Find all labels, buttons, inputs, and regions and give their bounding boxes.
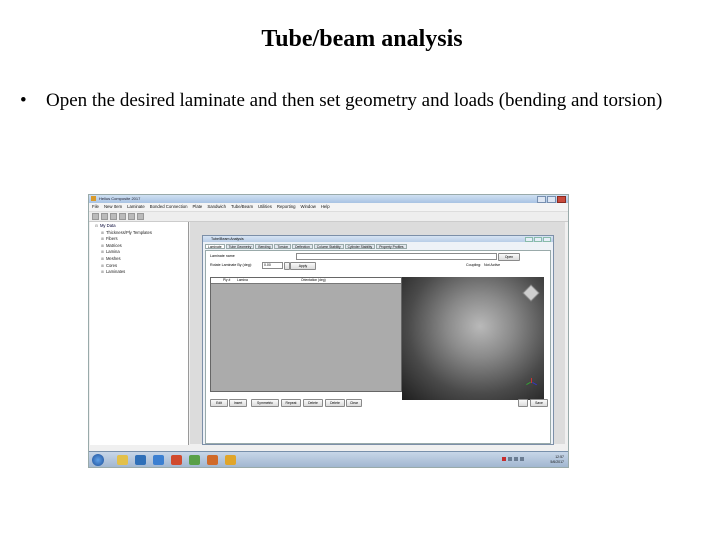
tab-tube-geometry[interactable]: Tube Geometry [225, 244, 255, 249]
tree-item-lamina[interactable]: Lamina [90, 249, 188, 256]
ply-table: Ply # Lamina Orientation (deg) [210, 277, 402, 392]
view-cube-icon[interactable] [522, 284, 540, 302]
menu-window[interactable]: Window [301, 203, 316, 211]
delete-button[interactable]: Delete [303, 399, 323, 407]
alert-icon [502, 457, 506, 461]
tree-item-thickness[interactable]: Thickness/Ply Templates [90, 230, 188, 237]
word-icon[interactable] [153, 455, 164, 465]
close-button[interactable] [557, 196, 566, 203]
col-ply: Ply # [223, 278, 231, 282]
menu-file[interactable]: File [92, 203, 99, 211]
system-tray-icons [502, 457, 524, 461]
chrome-icon[interactable] [171, 455, 182, 465]
delete-all-button[interactable]: Delete [325, 399, 345, 407]
app-icon [91, 196, 96, 201]
network-icon [508, 457, 512, 461]
save-button[interactable]: Save [530, 399, 548, 407]
open-icon[interactable] [101, 213, 108, 220]
apply-button[interactable]: Apply [290, 261, 316, 270]
tree-item-meshes[interactable]: Meshes [90, 256, 188, 263]
subwindow-controls [525, 237, 551, 242]
insert-button[interactable]: Insert [229, 399, 247, 407]
menu-reporting[interactable]: Reporting [277, 203, 296, 211]
tree-item-cores[interactable]: Cores [90, 263, 188, 270]
menu-bonded-connection[interactable]: Bonded Connection [150, 203, 188, 211]
tab-cylinder-stability[interactable]: Cylinder Stability [344, 244, 376, 249]
window-title: Helius Composite 2017 [99, 196, 141, 201]
toolbar [89, 212, 568, 222]
rotate-input[interactable]: 0.00 [262, 262, 283, 269]
app-icon-green[interactable] [189, 455, 200, 465]
col-lamina: Lamina [237, 278, 248, 282]
explorer-icon[interactable] [117, 455, 128, 465]
app-screenshot: Helius Composite 2017 File New Item Lami… [88, 194, 569, 468]
tree-item-laminates[interactable]: Laminates [90, 269, 188, 276]
system-clock[interactable]: 12:57 5/6/2017 [550, 455, 564, 464]
folder-icon[interactable] [518, 399, 528, 407]
clear-button[interactable]: Clear [346, 399, 362, 407]
data-tree: My Data Thickness/Ply Templates Fibers M… [90, 222, 189, 445]
outlook-icon[interactable] [135, 455, 146, 465]
start-button[interactable] [92, 454, 104, 466]
coupling-label: Coupling: [466, 263, 482, 267]
rotate-label: Rotate Laminate By (deg): [210, 263, 252, 267]
tab-property-profiles[interactable]: Property Profiles [376, 244, 407, 249]
menu-tube-beam[interactable]: Tube/Beam [231, 203, 253, 211]
tube-beam-window: Tube/Beam Analysis Laminate Tube Geometr… [202, 235, 554, 445]
tab-column-stability[interactable]: Column Stability [313, 244, 344, 249]
laminate-name-field[interactable] [296, 253, 497, 260]
ply-table-header: Ply # Lamina Orientation (deg) [211, 278, 401, 284]
print-icon[interactable] [137, 213, 144, 220]
volume-icon [514, 457, 518, 461]
menu-help[interactable]: Help [321, 203, 330, 211]
open-button[interactable]: Open [498, 252, 520, 261]
bullet-item: • Open the desired laminate and then set… [20, 86, 710, 115]
tab-bending[interactable]: Bending [255, 244, 274, 249]
save-icon[interactable] [110, 213, 117, 220]
maximize-button[interactable] [547, 196, 556, 203]
menu-sandwich[interactable]: Sandwich [207, 203, 226, 211]
subwindow-close-button[interactable] [543, 237, 551, 242]
copy-icon[interactable] [119, 213, 126, 220]
tab-laminate[interactable]: Laminate [205, 244, 225, 249]
bullet-text: Open the desired laminate and then set g… [46, 90, 663, 111]
col-orientation: Orientation (deg) [301, 278, 326, 282]
paste-icon[interactable] [128, 213, 135, 220]
edit-button[interactable]: Edit [210, 399, 228, 407]
laminate-name-label: Laminate name [210, 254, 235, 258]
subwindow-titlebar: Tube/Beam Analysis [203, 236, 553, 242]
minimize-button[interactable] [537, 196, 546, 203]
subwindow-maximize-button[interactable] [534, 237, 542, 242]
subwindow-minimize-button[interactable] [525, 237, 533, 242]
menu-plate[interactable]: Plate [193, 203, 203, 211]
symmetric-button[interactable]: Symmetric [251, 399, 279, 407]
window-controls [537, 196, 566, 203]
menu-bar: File New Item Laminate Bonded Connection… [89, 203, 568, 212]
tree-item-fibers[interactable]: Fibers [90, 236, 188, 243]
bullet-dot: • [20, 90, 27, 111]
analysis-tabs: Laminate Tube Geometry Bending Torsion D… [203, 242, 553, 249]
coupling-value[interactable]: Not Active [484, 262, 500, 268]
battery-icon [520, 457, 524, 461]
menu-laminate[interactable]: Laminate [127, 203, 145, 211]
slide-title: Tube/beam analysis [261, 26, 463, 52]
menu-utilities[interactable]: Utilities [258, 203, 272, 211]
clock-date: 5/6/2017 [550, 459, 564, 464]
menu-new-item[interactable]: New Item [104, 203, 122, 211]
3d-viewport[interactable] [402, 277, 544, 400]
axis-triad-icon [526, 378, 538, 386]
tree-root[interactable]: My Data [90, 223, 188, 230]
window-titlebar: Helius Composite 2017 [89, 195, 568, 203]
subwindow-title: Tube/Beam Analysis [211, 237, 244, 241]
repeat-button[interactable]: Repeat [281, 399, 301, 407]
tab-torsion[interactable]: Torsion [274, 244, 292, 249]
helius-icon[interactable] [225, 455, 236, 465]
new-icon[interactable] [92, 213, 99, 220]
laminate-tab-body: Laminate name Open Rotate Laminate By (d… [205, 250, 551, 444]
tab-deflection[interactable]: Deflection [292, 244, 313, 249]
tree-item-matrices[interactable]: Matrices [90, 243, 188, 250]
app-icon-orange[interactable] [207, 455, 218, 465]
taskbar: 12:57 5/6/2017 [89, 451, 568, 467]
